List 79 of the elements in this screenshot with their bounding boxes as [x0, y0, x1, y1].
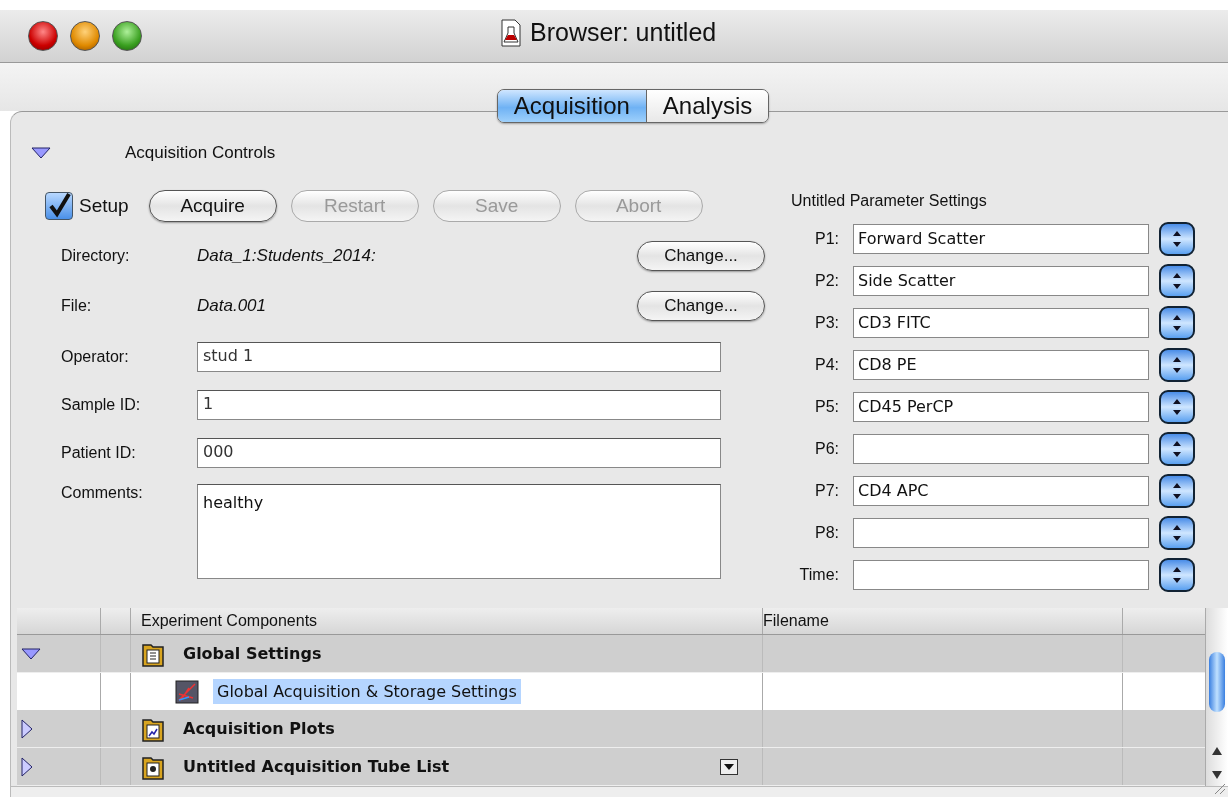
parameter-label: P6:: [814, 440, 839, 458]
field-label: File:: [60, 297, 93, 315]
setup-label: Setup: [79, 195, 129, 217]
parameter-field[interactable]: Side Scatter: [853, 266, 1149, 296]
disclosure-triangle-icon[interactable]: [21, 718, 33, 739]
parameter-label: P7:: [814, 482, 839, 500]
parameters-title: Untitled Parameter Settings: [791, 192, 988, 210]
popup-stepper-button[interactable]: [1159, 264, 1195, 298]
popup-stepper-button[interactable]: [1159, 390, 1195, 424]
tree-item[interactable]: Global Settings: [179, 641, 326, 666]
change-button[interactable]: Change...: [637, 291, 765, 321]
disclosure-triangle-icon[interactable]: [31, 147, 51, 159]
input-field[interactable]: 000: [197, 438, 721, 468]
comments-field[interactable]: healthy: [197, 484, 721, 579]
input-field[interactable]: stud 1: [197, 342, 721, 372]
scroll-down-arrow-icon[interactable]: [1211, 770, 1223, 780]
disclosure-triangle-icon[interactable]: [21, 756, 33, 777]
popup-stepper-button[interactable]: [1159, 222, 1195, 256]
column-header[interactable]: Filename: [763, 608, 1123, 634]
scroll-up-arrow-icon[interactable]: [1211, 746, 1223, 756]
up-down-arrows-icon: [1172, 524, 1182, 542]
close-button[interactable]: [28, 21, 58, 51]
parameter-field[interactable]: [853, 518, 1149, 548]
scroll-thumb[interactable]: [1209, 652, 1225, 712]
up-down-arrows-icon: [1172, 398, 1182, 416]
disclosure-triangle-icon[interactable]: [21, 647, 41, 660]
window-title: Browser: untitled: [530, 18, 717, 47]
setup-checkbox[interactable]: [45, 192, 73, 220]
resize-grip-icon[interactable]: [1212, 781, 1226, 795]
input-field[interactable]: 1: [197, 390, 721, 420]
parameter-field[interactable]: [853, 560, 1149, 590]
parameter-label: P3:: [814, 314, 839, 332]
field-label: Operator:: [60, 348, 130, 366]
parameter-field[interactable]: CD45 PerCP: [853, 392, 1149, 422]
popup-stepper-button[interactable]: [1159, 474, 1195, 508]
scrollbar[interactable]: [1205, 608, 1228, 786]
popup-stepper-button[interactable]: [1159, 306, 1195, 340]
path-value: Data_1:Students_2014:: [197, 246, 377, 266]
parameter-field[interactable]: CD3 FITC: [853, 308, 1149, 338]
change-button[interactable]: Change...: [637, 241, 765, 271]
action-button[interactable]: Acquire: [148, 190, 277, 222]
up-down-arrows-icon: [1172, 566, 1182, 584]
parameter-label: P2:: [814, 272, 839, 290]
popup-stepper-button[interactable]: [1159, 558, 1195, 592]
field-label: Comments:: [60, 484, 144, 502]
field-label: Sample ID:: [60, 396, 142, 414]
parameter-field[interactable]: CD8 PE: [853, 350, 1149, 380]
parameter-label: P5:: [814, 398, 839, 416]
minimize-button[interactable]: [70, 21, 100, 51]
dropdown-icon[interactable]: [720, 758, 738, 775]
tree-item[interactable]: Global Acquisition & Storage Settings: [213, 679, 521, 704]
path-value: Data.001: [197, 296, 267, 316]
up-down-arrows-icon: [1172, 356, 1182, 374]
field-label: Patient ID:: [60, 444, 137, 462]
up-down-arrows-icon: [1172, 314, 1182, 332]
parameter-field[interactable]: [853, 434, 1149, 464]
field-label: Directory:: [60, 247, 131, 265]
up-down-arrows-icon: [1172, 440, 1182, 458]
tab[interactable]: Analysis: [646, 90, 769, 122]
tree-item[interactable]: Untitled Acquisition Tube List: [179, 754, 454, 779]
up-down-arrows-icon: [1172, 230, 1182, 248]
section-title: Acquisition Controls: [125, 143, 276, 163]
column-header[interactable]: Experiment Components: [131, 608, 763, 634]
document-icon: [500, 18, 522, 47]
up-down-arrows-icon: [1172, 482, 1182, 500]
acquisition-settings-icon: [175, 679, 199, 704]
parameter-field[interactable]: Forward Scatter: [853, 224, 1149, 254]
tree-item[interactable]: Acquisition Plots: [179, 716, 339, 741]
popup-stepper-button[interactable]: [1159, 516, 1195, 550]
parameter-label: P4:: [814, 356, 839, 374]
parameter-label: P1:: [814, 230, 839, 248]
popup-stepper-button[interactable]: [1159, 348, 1195, 382]
parameter-label: P8:: [814, 524, 839, 542]
popup-stepper-button[interactable]: [1159, 432, 1195, 466]
parameter-label: Time:: [798, 566, 839, 584]
zoom-button[interactable]: [112, 21, 142, 51]
tab[interactable]: Acquisition: [497, 90, 647, 122]
up-down-arrows-icon: [1172, 272, 1182, 290]
parameter-field[interactable]: CD4 APC: [853, 476, 1149, 506]
